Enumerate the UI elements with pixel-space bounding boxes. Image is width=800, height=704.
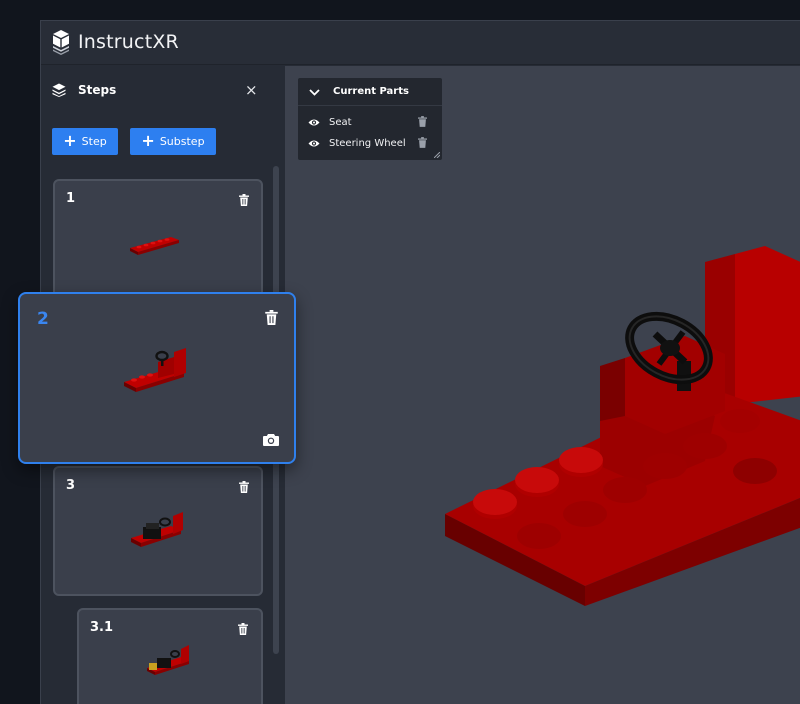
trash-icon[interactable] <box>265 310 278 325</box>
model-render <box>445 246 800 606</box>
trash-icon[interactable] <box>238 623 248 635</box>
step-card-3[interactable]: 3 <box>53 466 263 596</box>
plus-icon: + <box>141 130 155 150</box>
add-step-button[interactable]: + Step <box>52 128 118 155</box>
sidebar-title: Steps <box>78 83 117 97</box>
part-row-seat[interactable]: Seat <box>308 115 352 129</box>
part-label: Steering Wheel <box>329 137 406 149</box>
eye-icon[interactable] <box>308 118 320 127</box>
trash-icon[interactable] <box>239 481 249 493</box>
add-substep-label: Substep <box>159 135 205 148</box>
step-number: 1 <box>66 191 76 206</box>
trash-icon[interactable] <box>239 194 249 206</box>
step-1-thumbnail <box>130 237 179 255</box>
step-3-thumbnail <box>131 512 183 547</box>
plus-icon: + <box>63 130 77 150</box>
current-parts-title: Current Parts <box>333 86 409 97</box>
step-card-2-dragging[interactable]: 2 <box>18 292 296 464</box>
current-parts-panel: Current Parts Seat Steering Wheel <box>298 78 442 160</box>
camera-icon[interactable] <box>263 433 279 446</box>
divider <box>298 105 442 106</box>
step-number: 3.1 <box>90 620 114 635</box>
step-2-thumbnail <box>124 348 186 392</box>
resize-handle-icon[interactable] <box>434 152 440 158</box>
step-3-1-thumbnail <box>147 645 189 675</box>
add-substep-button[interactable]: + Substep <box>130 128 216 155</box>
trash-icon[interactable] <box>418 137 427 148</box>
step-number: 2 <box>37 309 49 329</box>
logo-icon <box>53 30 69 55</box>
step-card-1[interactable]: 1 <box>53 179 263 309</box>
layers-icon <box>52 83 66 97</box>
step-number: 3 <box>66 478 76 493</box>
close-sidebar-button[interactable]: × <box>245 81 258 99</box>
chevron-down-icon[interactable] <box>309 89 320 96</box>
3d-viewport[interactable] <box>285 66 800 704</box>
app-title: InstructXR <box>78 31 179 53</box>
part-label: Seat <box>329 116 352 128</box>
app-header: InstructXR <box>41 21 800 65</box>
eye-icon[interactable] <box>308 139 320 148</box>
add-step-label: Step <box>81 135 107 148</box>
part-row-steering-wheel[interactable]: Steering Wheel <box>308 136 406 150</box>
trash-icon[interactable] <box>418 116 427 127</box>
step-card-3-1[interactable]: 3.1 <box>77 608 263 704</box>
